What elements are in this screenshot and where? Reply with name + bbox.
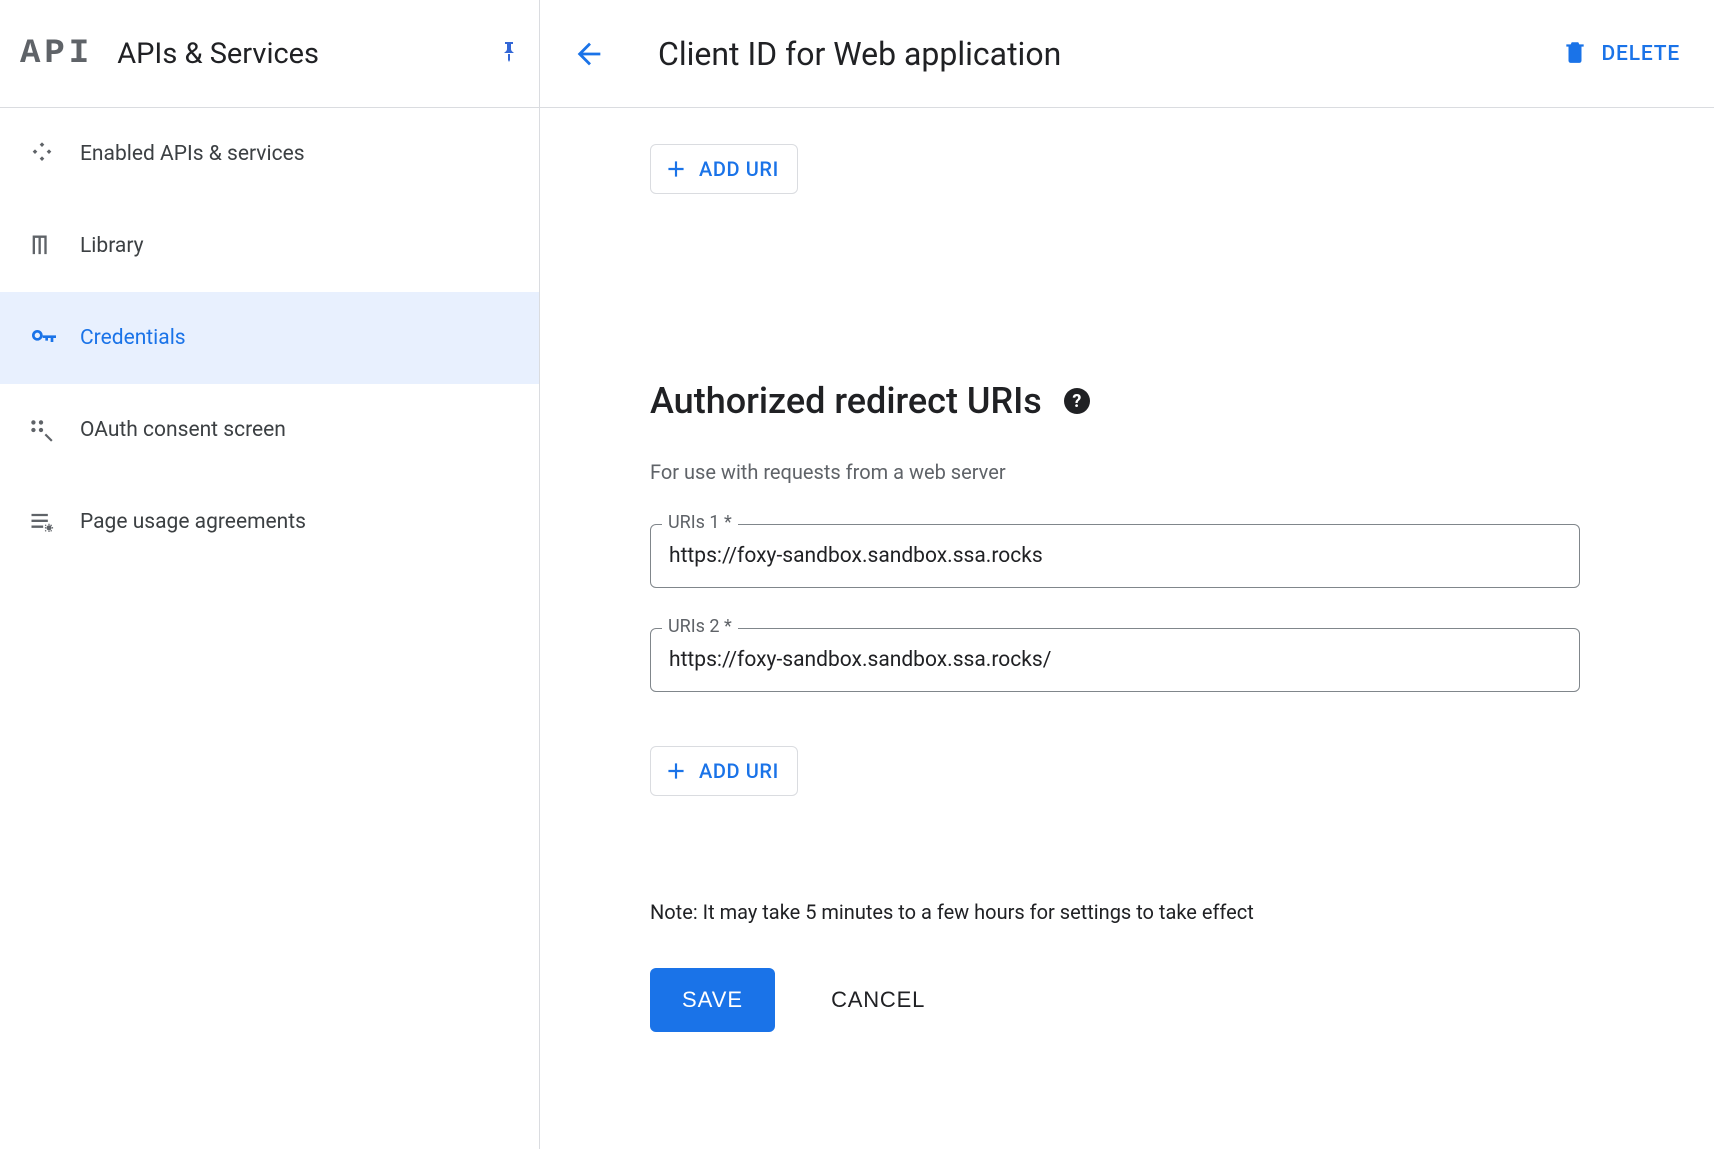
page-usage-icon	[28, 508, 80, 536]
add-uri-button-top[interactable]: ADD URI	[650, 144, 798, 194]
api-logo: API	[20, 35, 93, 73]
help-icon[interactable]: ?	[1064, 388, 1090, 414]
uri-input-2[interactable]	[650, 628, 1580, 692]
add-uri-button-bottom[interactable]: ADD URI	[650, 746, 798, 796]
cancel-button[interactable]: CANCEL	[831, 987, 925, 1013]
plus-icon	[663, 156, 689, 182]
library-icon	[28, 232, 80, 260]
sidebar-item-credentials[interactable]: Credentials	[0, 292, 539, 384]
sidebar-item-label: Enabled APIs & services	[80, 142, 305, 166]
sidebar-item-label: Library	[80, 234, 144, 258]
add-uri-label: ADD URI	[699, 759, 779, 783]
sidebar-item-enabled-apis[interactable]: Enabled APIs & services	[0, 108, 539, 200]
sidebar-item-label: OAuth consent screen	[80, 418, 286, 442]
back-button[interactable]	[572, 37, 606, 71]
section-subtitle: For use with requests from a web server	[650, 460, 1580, 484]
trash-icon	[1562, 37, 1588, 71]
sidebar-item-library[interactable]: Library	[0, 200, 539, 292]
action-row: SAVE CANCEL	[650, 968, 1580, 1032]
sidebar: API APIs & Services Enabled APIs & servi…	[0, 0, 540, 1149]
main: Client ID for Web application DELETE ADD…	[540, 0, 1714, 1149]
sidebar-header: API APIs & Services	[0, 0, 539, 108]
content: ADD URI Authorized redirect URIs ? For u…	[540, 108, 1580, 1032]
sidebar-item-label: Page usage agreements	[80, 510, 306, 534]
header-bar: Client ID for Web application DELETE	[540, 0, 1714, 108]
page-title: Client ID for Web application	[658, 35, 1562, 73]
sidebar-item-oauth-consent[interactable]: OAuth consent screen	[0, 384, 539, 476]
pin-icon[interactable]	[497, 37, 521, 71]
sidebar-item-page-usage[interactable]: Page usage agreements	[0, 476, 539, 568]
save-button[interactable]: SAVE	[650, 968, 775, 1032]
oauth-consent-icon	[28, 417, 80, 443]
redirect-uris-section: Authorized redirect URIs ? For use with …	[650, 380, 1580, 1032]
delete-label: DELETE	[1602, 42, 1680, 66]
enabled-apis-icon	[28, 140, 80, 168]
nav-list: Enabled APIs & services Library Credenti…	[0, 108, 539, 568]
uri-field-2: URIs 2 *	[650, 628, 1580, 692]
uri-field-label: URIs 2 *	[662, 616, 738, 637]
add-uri-label: ADD URI	[699, 157, 779, 181]
sidebar-item-label: Credentials	[80, 326, 186, 350]
delete-button[interactable]: DELETE	[1562, 37, 1680, 71]
uri-input-1[interactable]	[650, 524, 1580, 588]
credentials-icon	[28, 322, 80, 354]
sidebar-title: APIs & Services	[117, 37, 497, 71]
uri-field-1: URIs 1 *	[650, 524, 1580, 588]
section-title-row: Authorized redirect URIs ?	[650, 380, 1580, 422]
app-layout: API APIs & Services Enabled APIs & servi…	[0, 0, 1714, 1149]
plus-icon	[663, 758, 689, 784]
uri-field-label: URIs 1 *	[662, 512, 738, 533]
section-title: Authorized redirect URIs	[650, 380, 1042, 422]
settings-note: Note: It may take 5 minutes to a few hou…	[650, 900, 1580, 924]
